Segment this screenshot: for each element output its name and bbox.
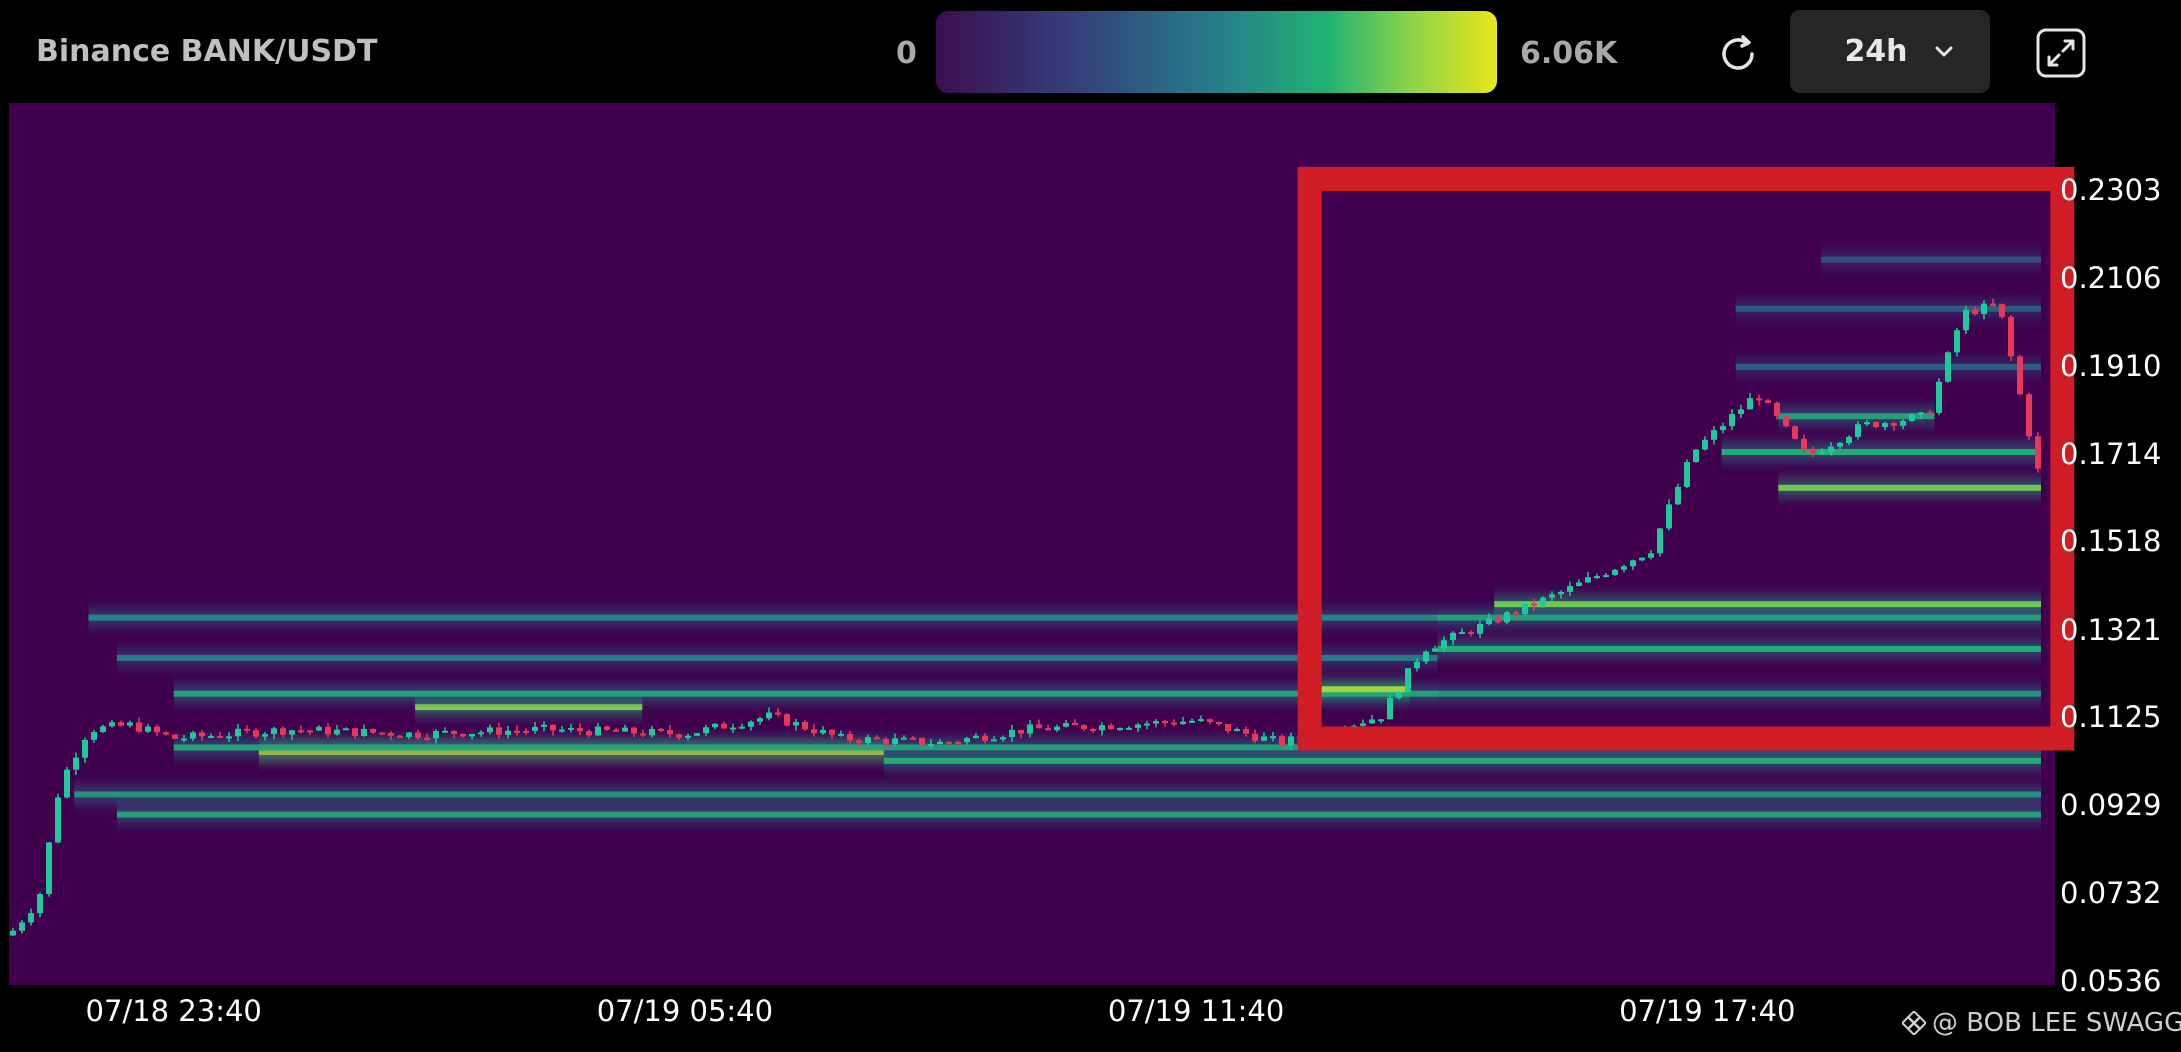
y-tick-label: 0.1910 — [2060, 348, 2162, 383]
legend-max-label: 6.06K — [1520, 36, 1618, 71]
watermark-text: @ BOB LEE SWAGGER — [1932, 1008, 2181, 1038]
y-tick-label: 0.2303 — [2060, 173, 2162, 207]
time-range-value: 24h — [1844, 34, 1908, 69]
x-tick-label: 07/18 23:40 — [85, 994, 262, 1028]
y-tick-label: 0.0536 — [2060, 964, 2162, 998]
x-tick-label: 07/19 11:40 — [1107, 994, 1285, 1028]
x-tick-label: 07/19 05:40 — [596, 994, 774, 1028]
y-tick-label: 0.1714 — [2060, 436, 2162, 471]
y-tick-label: 0.0929 — [2060, 788, 2162, 823]
refresh-button[interactable] — [1712, 28, 1764, 80]
watermark: @ BOB LEE SWAGGER — [1902, 1008, 2181, 1038]
y-tick-label: 0.1321 — [2060, 612, 2162, 647]
expand-icon — [2036, 28, 2086, 78]
y-tick-label: 0.1518 — [2060, 524, 2162, 559]
legend-min-label: 0 — [896, 36, 917, 71]
y-tick-label: 0.1125 — [2060, 700, 2162, 735]
page-title: Binance BANK/USDT — [36, 34, 378, 69]
y-tick-label: 0.0732 — [2060, 876, 2162, 911]
time-range-select[interactable]: 24h — [1790, 10, 1990, 93]
x-tick-label: 07/19 17:40 — [1619, 994, 1796, 1028]
refresh-icon — [1722, 35, 1754, 70]
binance-logo-icon — [1902, 1011, 1926, 1035]
y-tick-label: 0.2106 — [2060, 261, 2162, 296]
chevron-down-icon — [1935, 46, 1953, 56]
color-scale-bar — [936, 11, 1497, 93]
expand-button[interactable] — [2034, 26, 2088, 80]
heatmap-plot-area[interactable] — [9, 103, 2055, 985]
chart-screen: Binance BANK/USDT 0 6.06K 24h 0.2303 0.2… — [0, 0, 2181, 1052]
